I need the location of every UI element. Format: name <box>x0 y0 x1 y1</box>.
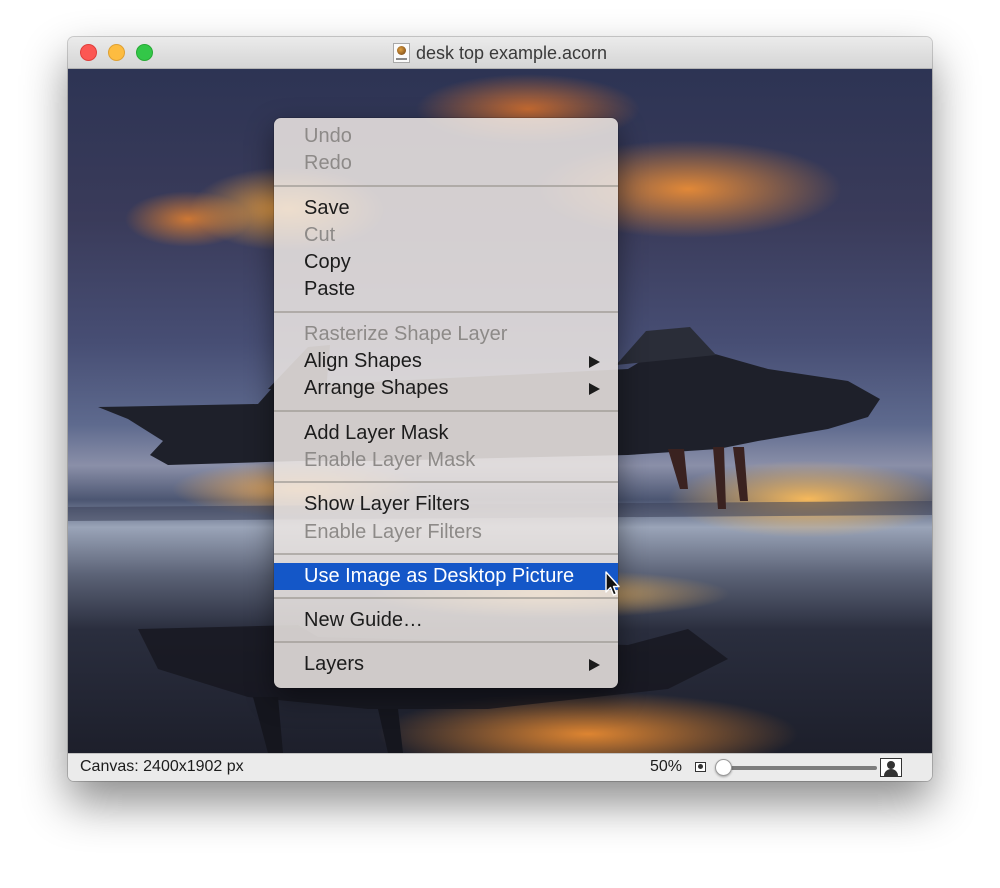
menu-separator <box>274 184 618 187</box>
window-title: desk top example.acorn <box>415 42 608 63</box>
submenu-arrow-icon <box>589 383 600 396</box>
menu-item-use-image-as-desktop-picture[interactable]: Use Image as Desktop Picture <box>274 562 618 591</box>
menu-item-layers[interactable]: Layers <box>274 651 618 678</box>
menu-item-label: Align Shapes <box>304 350 422 373</box>
menu-item-label: Save <box>304 196 350 219</box>
menu-item-label: Layers <box>304 653 365 676</box>
zoom-in-icon[interactable] <box>880 758 902 777</box>
menu-item-label: New Guide… <box>304 609 423 632</box>
title-bar[interactable]: desk top example.acorn <box>68 37 932 69</box>
menu-item-enable-layer-mask[interactable]: Enable Layer Mask <box>274 447 618 474</box>
status-bar: Canvas: 2400x1902 px 50% <box>68 753 932 781</box>
menu-item-label: Paste <box>304 278 356 301</box>
menu-separator <box>274 597 618 600</box>
menu-item-label: Use Image as Desktop Picture <box>304 564 575 587</box>
menu-item-paste[interactable]: Paste <box>274 276 618 303</box>
menu-item-label: Show Layer Filters <box>304 493 470 516</box>
menu-separator <box>274 409 618 412</box>
zoom-out-icon[interactable] <box>695 762 706 772</box>
menu-item-label: Add Layer Mask <box>304 421 449 444</box>
menu-item-label: Undo <box>304 125 352 147</box>
menu-item-save[interactable]: Save <box>274 195 618 222</box>
menu-separator <box>274 552 618 555</box>
menu-item-label: Rasterize Shape Layer <box>304 322 508 345</box>
acorn-document-icon[interactable] <box>392 43 410 63</box>
menu-item-show-layer-filters[interactable]: Show Layer Filters <box>274 491 618 518</box>
context-menu: Undo Redo Save Cut Copy Paste Rasterize Shape … <box>274 118 618 688</box>
menu-item-enable-layer-filters[interactable]: Enable Layer Filters <box>274 519 618 546</box>
window-title-group: desk top example.acorn <box>68 37 932 69</box>
submenu-arrow-icon <box>589 659 600 672</box>
menu-item-rasterize-shape-layer[interactable]: Rasterize Shape Layer <box>274 321 618 348</box>
menu-item-undo[interactable]: Undo <box>274 123 618 150</box>
menu-item-copy[interactable]: Copy <box>274 249 618 276</box>
menu-item-add-layer-mask[interactable]: Add Layer Mask <box>274 420 618 447</box>
menu-item-redo[interactable]: Redo <box>274 150 618 177</box>
menu-separator <box>274 310 618 313</box>
menu-separator <box>274 481 618 484</box>
menu-item-cut[interactable]: Cut <box>274 222 618 249</box>
menu-separator <box>274 641 618 644</box>
zoom-percent-label: 50% <box>650 758 683 775</box>
submenu-arrow-icon <box>589 356 600 369</box>
menu-item-label: Redo <box>304 152 352 175</box>
menu-item-label: Copy <box>304 251 351 274</box>
menu-item-label: Arrange Shapes <box>304 377 449 400</box>
menu-item-align-shapes[interactable]: Align Shapes <box>274 348 618 375</box>
zoom-slider-track[interactable] <box>721 766 877 770</box>
menu-item-arrange-shapes[interactable]: Arrange Shapes <box>274 375 618 402</box>
menu-item-label: Enable Layer Mask <box>304 448 476 471</box>
canvas-size-label: Canvas: 2400x1902 px <box>80 758 244 775</box>
menu-item-label: Enable Layer Filters <box>304 520 482 543</box>
menu-item-label: Cut <box>304 223 336 246</box>
menu-item-new-guide[interactable]: New Guide… <box>274 607 618 634</box>
mouse-pointer-icon <box>605 571 620 596</box>
zoom-slider-thumb[interactable] <box>715 759 732 776</box>
